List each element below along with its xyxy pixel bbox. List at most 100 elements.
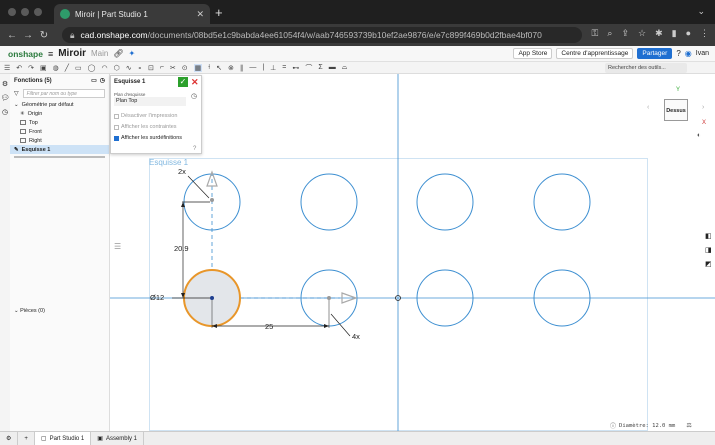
coincident-icon[interactable]: ⊗: [228, 64, 234, 72]
parts-group[interactable]: ⌄ Pièces (0): [14, 308, 45, 314]
vertical-icon[interactable]: |: [262, 64, 264, 71]
tool-search-input[interactable]: Rechercher des outils...: [605, 63, 687, 73]
tangent-icon[interactable]: ⌒: [305, 63, 312, 73]
curve-icon[interactable]: ⌓: [342, 64, 348, 72]
panel-toggle-icon[interactable]: ☰: [114, 242, 121, 251]
help-circle-icon[interactable]: ?: [193, 146, 196, 152]
back-arrow-icon[interactable]: ←: [4, 30, 20, 41]
cancel-x-icon[interactable]: ✕: [191, 77, 199, 88]
spline-tool-icon[interactable]: ∿: [126, 64, 132, 72]
rollback-icon[interactable]: ◷: [100, 77, 105, 84]
close-tab-icon[interactable]: ✕: [196, 9, 204, 20]
history-icon[interactable]: ◷: [0, 108, 10, 116]
features-icon[interactable]: ⚙: [0, 80, 10, 88]
learning-center-button[interactable]: Centre d'apprentissage: [556, 48, 634, 59]
polygon-tool-icon[interactable]: ⬡: [114, 64, 120, 72]
pattern-count-label-vertical[interactable]: 2x: [178, 167, 186, 176]
minimize-window-button[interactable]: [21, 8, 29, 16]
feature-filter-input[interactable]: Filtrer par nom ou type: [22, 89, 105, 98]
user-name[interactable]: Ivan: [696, 50, 709, 57]
branch-name[interactable]: Main: [91, 49, 108, 58]
fix-icon[interactable]: ▬: [329, 64, 336, 71]
midpoint-icon[interactable]: ⊷: [292, 64, 299, 72]
sum-icon[interactable]: Σ: [318, 64, 322, 71]
share-button[interactable]: Partager: [637, 48, 673, 59]
user-avatar-icon[interactable]: ◉: [685, 49, 692, 58]
reload-icon[interactable]: ↻: [36, 30, 52, 41]
default-geometry-group[interactable]: ⌄ Géométrie par défaut: [10, 100, 109, 109]
arc-tool-icon[interactable]: ◠: [101, 64, 107, 72]
offset-tool-icon[interactable]: ⊙: [182, 64, 188, 72]
point-tool-icon[interactable]: ∘: [138, 64, 142, 72]
rotate-left-icon[interactable]: ‹: [647, 104, 649, 111]
feature-item-front[interactable]: Front: [10, 127, 109, 136]
key-icon[interactable]: ⚿: [592, 28, 599, 39]
view-cube[interactable]: Dessus Y X ‹ › ◐: [647, 82, 707, 139]
app-store-button[interactable]: App Store: [513, 48, 553, 59]
feature-item-sketch-1[interactable]: ✎ Esquisse 1: [10, 145, 109, 154]
horizontal-distance-label[interactable]: 25: [265, 322, 273, 331]
profile-icon[interactable]: ●: [686, 28, 691, 39]
feature-item-right[interactable]: Right: [10, 136, 109, 145]
view-cube-top-face[interactable]: Dessus: [664, 99, 688, 121]
perpendicular-icon[interactable]: ⊥: [270, 64, 276, 72]
accept-check-icon[interactable]: ✓: [178, 77, 188, 87]
new-tab-button[interactable]: +: [215, 5, 223, 20]
hamburger-menu-icon[interactable]: ≡: [48, 49, 53, 59]
onshape-logo[interactable]: onshape: [8, 49, 43, 59]
redo-icon[interactable]: ↷: [28, 64, 34, 72]
fillet-tool-icon[interactable]: ⌐: [160, 64, 164, 71]
rollback-bar[interactable]: [14, 156, 105, 158]
tab-assembly-1[interactable]: ▣ Assembly 1: [91, 431, 144, 445]
maximize-window-button[interactable]: [34, 8, 42, 16]
tab-part-studio-1[interactable]: ▢ Part Studio 1: [34, 431, 92, 445]
help-icon[interactable]: ?: [676, 49, 680, 58]
view-normal-icon[interactable]: ◷: [191, 92, 197, 100]
parallel-icon[interactable]: ∥: [240, 64, 244, 72]
sidebar-icon[interactable]: ▮: [672, 28, 677, 39]
line-tool-icon[interactable]: ╱: [65, 64, 69, 72]
share-page-icon[interactable]: ⇪: [621, 28, 629, 39]
close-window-button[interactable]: [8, 8, 16, 16]
collapse-panel-icon[interactable]: ▭: [91, 77, 97, 84]
pin-icon[interactable]: ✦: [129, 49, 136, 58]
measure-toggle-icon[interactable]: ⚖: [686, 422, 691, 429]
comments-icon[interactable]: 💬︎: [0, 94, 10, 102]
diameter-label[interactable]: Ø12: [150, 293, 164, 302]
rectangle-tool-icon[interactable]: ▭: [75, 64, 82, 72]
add-tab-button[interactable]: +: [18, 431, 35, 445]
construction-tool-icon[interactable]: ⊡: [148, 64, 154, 72]
circle-tool-icon[interactable]: ◯: [88, 64, 96, 72]
extensions-icon[interactable]: ✱: [655, 28, 663, 39]
equal-icon[interactable]: =: [282, 64, 286, 71]
appearance-icon[interactable]: ◧: [705, 232, 715, 240]
sketch-plane-field[interactable]: Plan Top: [114, 97, 186, 106]
measure-icon[interactable]: ◨: [705, 246, 715, 254]
rotate-right-icon[interactable]: ›: [702, 104, 704, 111]
bookmark-star-icon[interactable]: ☆: [638, 28, 646, 39]
sketch-icon[interactable]: ▣: [40, 64, 47, 72]
document-name[interactable]: Miroir: [58, 48, 86, 59]
extrude-icon[interactable]: ◍: [53, 64, 59, 72]
mirror-tool-icon[interactable]: ⟊: [208, 64, 210, 72]
linear-pattern-icon[interactable]: ▦: [193, 63, 203, 72]
browser-tab[interactable]: Miroir | Part Studio 1 ✕: [54, 4, 210, 24]
feature-item-top[interactable]: Top: [10, 118, 109, 127]
link-icon[interactable]: 🔗︎: [113, 49, 123, 58]
pattern-count-label-horizontal[interactable]: 4x: [352, 332, 360, 341]
show-overdefined-checkbox[interactable]: Afficher les surdéfinitions: [114, 135, 182, 141]
bottom-menu-icon[interactable]: ⚙: [0, 431, 19, 445]
feature-item-origin[interactable]: ✳ Origin: [10, 109, 109, 118]
vertical-distance-label[interactable]: 20.9: [174, 244, 189, 253]
undo-icon[interactable]: ↶: [16, 64, 22, 72]
disable-print-checkbox[interactable]: Désactiver l'impression: [114, 113, 177, 119]
zoom-icon[interactable]: ⌕: [607, 28, 612, 39]
horizontal-icon[interactable]: —: [249, 64, 256, 71]
dimension-tool-icon[interactable]: ↖: [216, 64, 222, 72]
feature-list-icon[interactable]: ☰: [4, 64, 10, 72]
tab-list-chevron-icon[interactable]: ⌄: [697, 6, 705, 17]
url-field[interactable]: 🔒︎ cad.onshape.com/documents/08bd5e1c9ba…: [62, 27, 582, 43]
view-options-icon[interactable]: ◐: [697, 132, 701, 139]
forward-arrow-icon[interactable]: →: [20, 30, 36, 41]
parts-panel-icon[interactable]: ◩: [705, 260, 715, 268]
